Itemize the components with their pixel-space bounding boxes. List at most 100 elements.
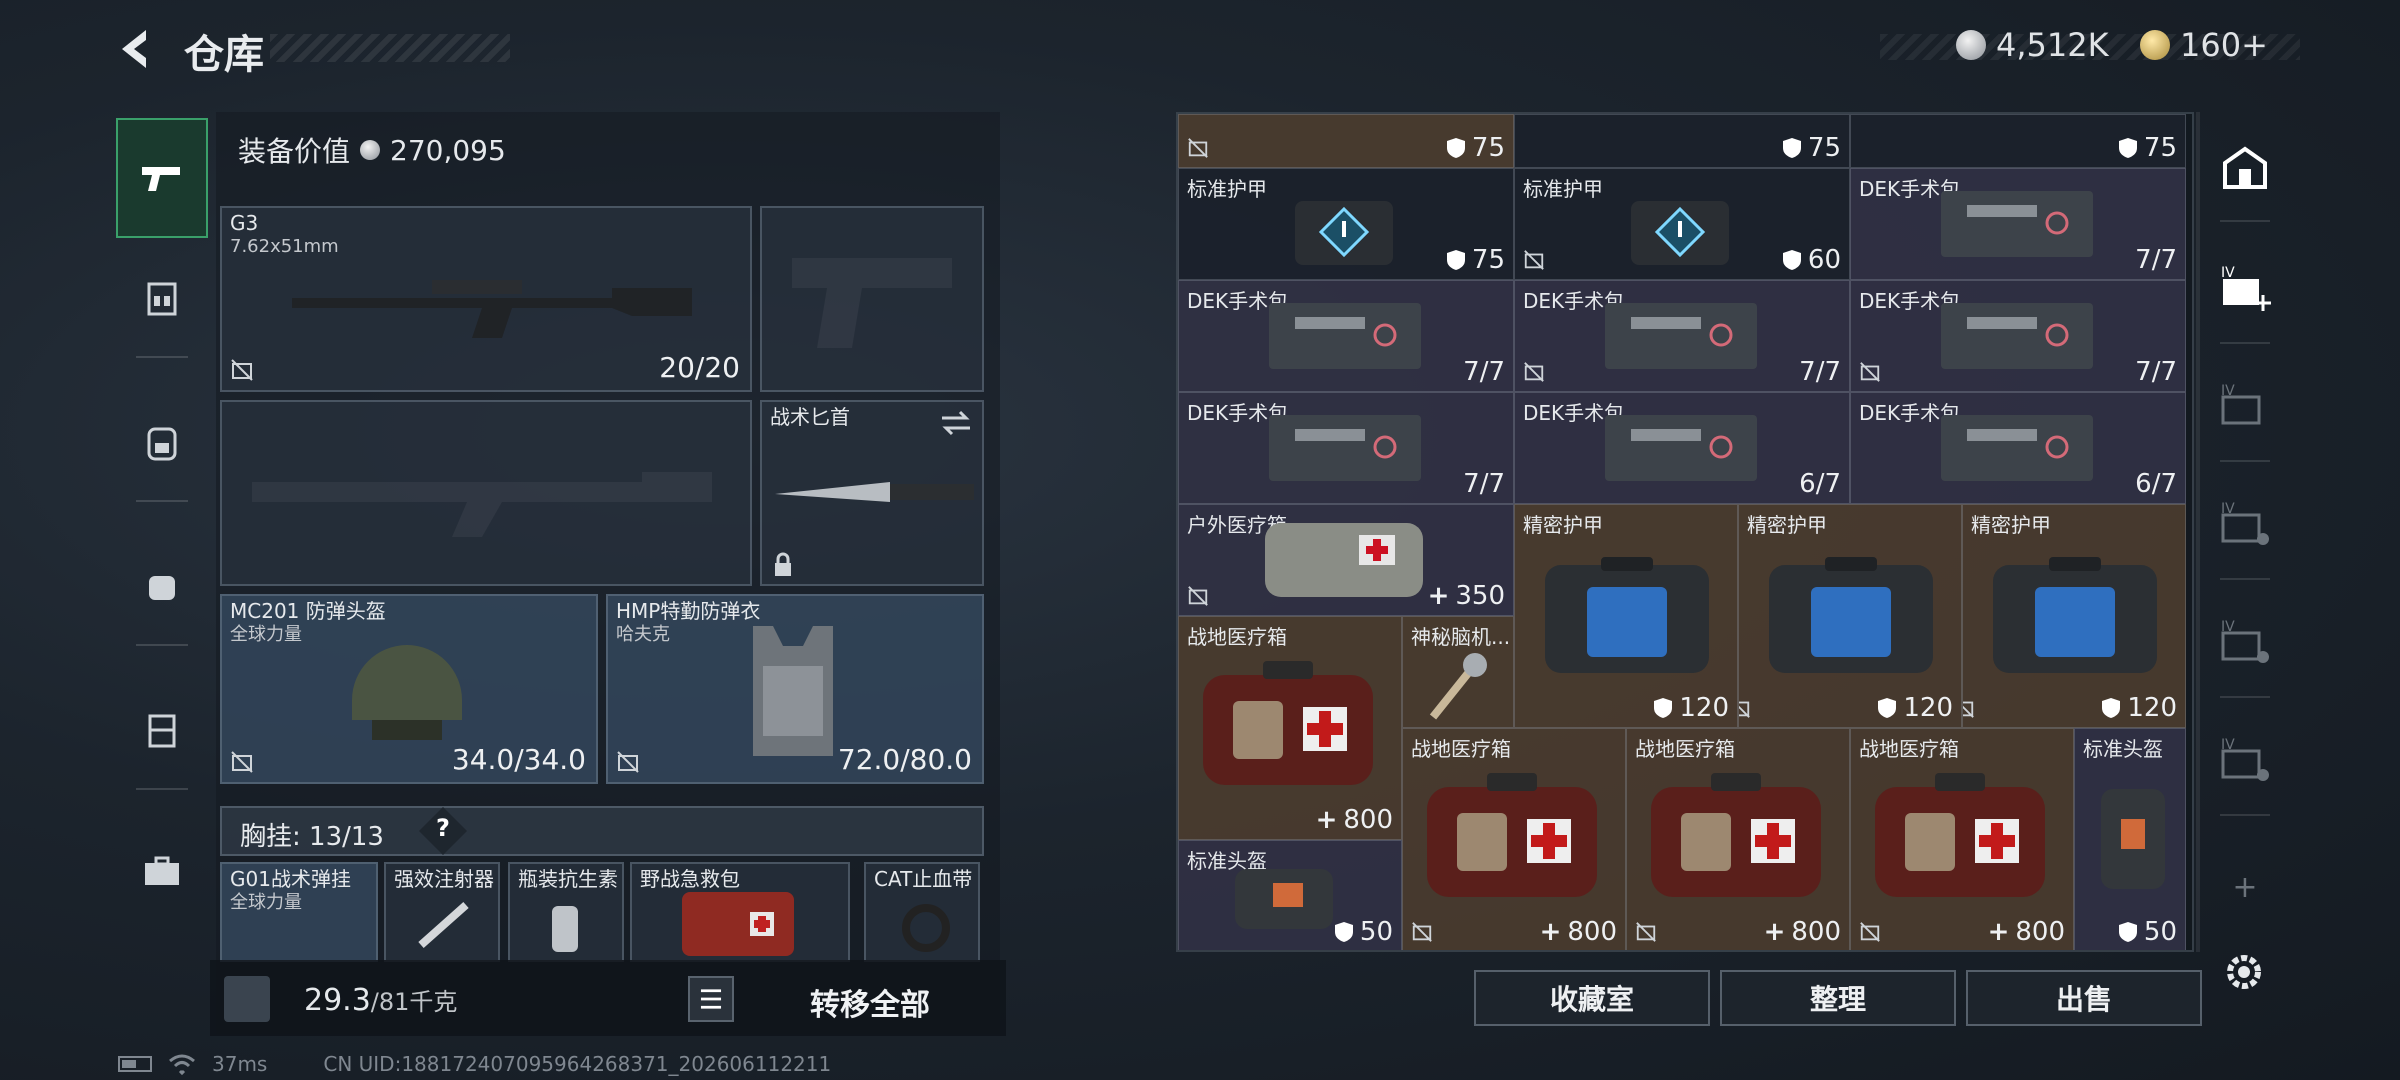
list-icon[interactable]	[688, 976, 734, 1022]
heal-icon: +	[1539, 917, 1562, 947]
stash-item[interactable]: 战地医疗箱 +800	[1850, 728, 2074, 950]
item-count: 7/7	[1463, 469, 1505, 499]
stash-item[interactable]: 标准护甲 75	[1178, 168, 1514, 280]
helmet-slot[interactable]: MC201 防弹头盔 全球力量 34.0/34.0	[220, 594, 598, 784]
melee-slot[interactable]: 战术匕首	[760, 400, 984, 586]
no-lock-icon	[1524, 362, 1544, 382]
stash-item[interactable]: 战地医疗箱 +800	[1178, 616, 1402, 840]
sort-button[interactable]: 整理	[1720, 970, 1956, 1026]
no-lock-icon	[1188, 586, 1208, 606]
field-medkit-icon	[1875, 773, 2045, 897]
stash-item[interactable]: 精密护甲 120	[1738, 504, 1962, 728]
surgery-kit-icon	[1605, 303, 1757, 369]
armor-durability: 72.0/80.0	[837, 743, 972, 776]
pouch-item[interactable]: 瓶装抗生素	[508, 862, 624, 962]
armor-slot[interactable]: HMP特勤防弹衣 哈夫克 72.0/80.0	[606, 594, 984, 784]
stash-item[interactable]: 战地医疗箱 +800	[1402, 728, 1626, 950]
no-lock-icon	[1412, 922, 1432, 942]
lock-icon	[775, 552, 791, 576]
pouch-item[interactable]: CAT止血带	[864, 862, 980, 962]
silver-coin-icon	[1956, 30, 1986, 60]
stash-item[interactable]: 标准头盔 50	[1178, 840, 1402, 950]
add-stash-page-button[interactable]: +	[2200, 832, 2290, 942]
nav-stash-page-4-list[interactable]: IV	[2200, 352, 2290, 462]
stash-item[interactable]: 75	[1850, 114, 2186, 168]
equipment-value-amount: 270,095	[390, 133, 506, 167]
stash-item[interactable]: 战地医疗箱 +800	[1626, 728, 1850, 950]
secondary-weapon-slot[interactable]	[220, 400, 752, 586]
stash-item[interactable]: 75	[1178, 114, 1514, 168]
nav-home-stash[interactable]	[2200, 112, 2290, 222]
nav-pouch[interactable]	[116, 526, 208, 646]
field-medkit-icon	[1427, 773, 1597, 897]
armor-bag-icon	[1769, 557, 1933, 673]
knife-icon	[775, 482, 974, 502]
chest-label: 胸挂:	[240, 822, 301, 852]
helmet-icon	[352, 645, 462, 740]
weapon-ammo: 20/20	[659, 351, 740, 384]
stash-item[interactable]: DEK手术包 7/7	[1178, 280, 1514, 392]
no-lock-icon	[617, 751, 639, 773]
stash-page-icon: IV	[2221, 383, 2261, 425]
stash-item[interactable]: 标准头盔 50	[2074, 728, 2186, 950]
svg-text:IV: IV	[2221, 737, 2235, 753]
pouch-item[interactable]: 野战急救包	[630, 862, 850, 962]
item-count: 350	[1455, 581, 1505, 611]
stash-item[interactable]: 精密护甲 120	[1962, 504, 2186, 728]
pouch-rig-slot[interactable]: G01战术弹挂 全球力量	[220, 862, 378, 962]
pistol-silhouette-icon	[792, 258, 952, 348]
back-arrow-icon[interactable]	[112, 24, 162, 74]
pouch-item[interactable]: 强效注射器	[384, 862, 500, 962]
left-category-nav	[116, 112, 208, 1008]
tourniquet-icon	[902, 904, 950, 952]
collection-room-button[interactable]: 收藏室	[1474, 970, 1710, 1026]
nav-stash-page-4-a[interactable]: IV	[2200, 470, 2290, 580]
wifi-icon	[169, 1054, 195, 1075]
nav-case[interactable]	[116, 812, 208, 932]
heal-icon: +	[1763, 917, 1786, 947]
nav-container[interactable]	[116, 670, 208, 790]
stash-item[interactable]: 标准护甲 60	[1514, 168, 1850, 280]
item-name: 战地医疗箱	[1187, 625, 1287, 649]
item-name: 神秘脑机...	[1411, 625, 1511, 649]
gold-currency[interactable]: 160+	[2140, 26, 2268, 64]
pouch-icon	[149, 576, 175, 600]
nav-stash-page-4-add[interactable]: IV	[2200, 234, 2290, 344]
silver-amount: 4,512K	[1996, 26, 2109, 64]
user-uid: CN UID:18817240709596426837​1_2026061122…	[323, 1052, 832, 1076]
stash-item[interactable]: DEK手术包 7/7	[1178, 392, 1514, 504]
stash-page-icon: IV	[2221, 501, 2269, 545]
stash-item[interactable]: DEK手术包 7/7	[1850, 280, 2186, 392]
bottle-icon	[552, 906, 578, 952]
stash-item[interactable]: DEK手术包 7/7	[1514, 280, 1850, 392]
item-count: 7/7	[1463, 357, 1505, 387]
primary-weapon-slot[interactable]: G3 7.62x51mm 20/20	[220, 206, 752, 392]
stash-item[interactable]: 神秘脑机...	[1402, 616, 1514, 728]
pistol-slot[interactable]	[760, 206, 984, 392]
nav-backpack[interactable]	[116, 382, 208, 502]
rifle-silhouette-icon	[252, 472, 712, 537]
stash-item[interactable]: DEK手术包 7/7	[1850, 168, 2186, 280]
stash-item[interactable]: 户外医疗箱 +350	[1178, 504, 1514, 616]
stash-grid: 75 75 75 标准护甲 75 标准护甲 60 DEK手术包 7/7 DEK手…	[1176, 112, 2194, 952]
stash-item[interactable]: 精密护甲 120	[1514, 504, 1738, 728]
shield-icon	[1782, 138, 1801, 158]
stash-item[interactable]: DEK手术包 6/7	[1850, 392, 2186, 504]
transfer-all-button[interactable]: 转移全部	[810, 980, 930, 1024]
sell-button[interactable]: 出售	[1966, 970, 2202, 1026]
swap-icon[interactable]	[940, 410, 972, 436]
nav-weapons[interactable]	[116, 118, 208, 238]
shield-icon	[1782, 250, 1801, 270]
stash-item[interactable]: DEK手术包 6/7	[1514, 392, 1850, 504]
item-count: 75	[1471, 133, 1505, 163]
item-count: 50	[1359, 917, 1393, 947]
nav-stash-page-4-c[interactable]: IV	[2200, 706, 2290, 816]
nav-stash-page-4-b[interactable]: IV	[2200, 588, 2290, 698]
gear-icon[interactable]	[2222, 950, 2266, 994]
item-name: 战地医疗箱	[1859, 737, 1959, 761]
stash-item[interactable]: 75	[1514, 114, 1850, 168]
no-lock-icon	[1860, 362, 1880, 382]
gold-coin-icon	[2140, 30, 2170, 60]
item-count: 7/7	[2135, 357, 2177, 387]
nav-chest-rig[interactable]	[116, 238, 208, 358]
